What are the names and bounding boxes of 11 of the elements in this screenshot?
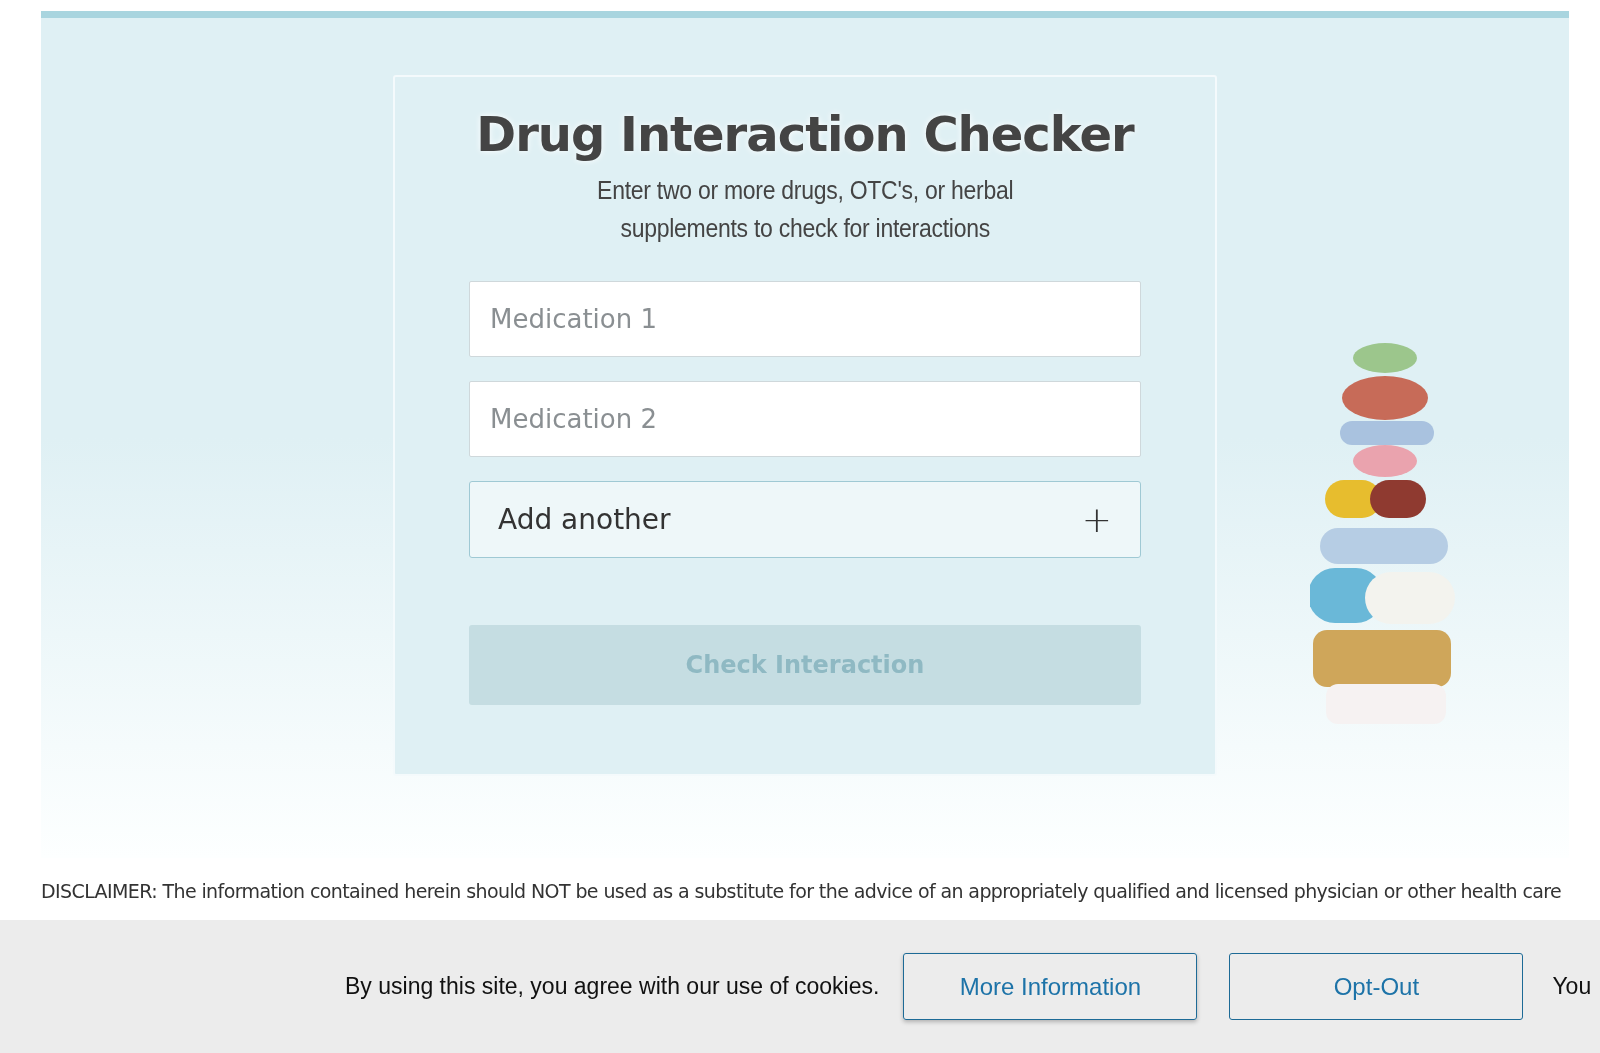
- opt-out-button[interactable]: Opt-Out: [1229, 953, 1524, 1020]
- add-another-button[interactable]: Add another +: [469, 481, 1141, 558]
- subtitle: Enter two or more drugs, OTC's, or herbal supplements to check for interactions: [596, 175, 1014, 244]
- cookie-trailing-text: You: [1552, 973, 1592, 1000]
- medication-field[interactable]: Medication 2: [469, 381, 1141, 457]
- more-information-button[interactable]: More Information: [903, 953, 1198, 1020]
- plus-icon: +: [1081, 501, 1112, 538]
- medication-field[interactable]: Medication 1: [469, 281, 1141, 357]
- page-title: Drug Interaction Checker: [476, 105, 1134, 164]
- cookie-message: By using this site, you agree with our use of cookies.: [345, 973, 880, 1000]
- disclaimer-text: DISCLAIMER: The information contained herein should NOT be used as a substitute for the advice of an appropriately qualified and licensed physician or other health care: [40, 879, 1563, 904]
